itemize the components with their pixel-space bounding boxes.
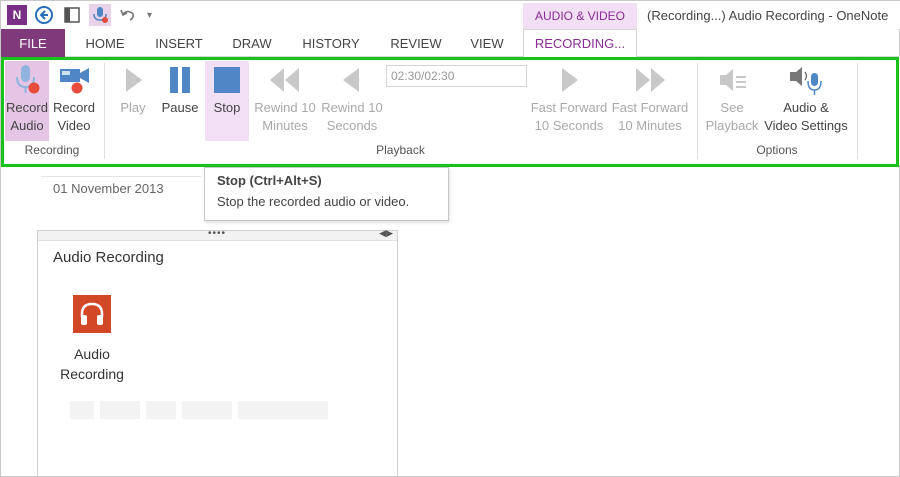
dock-icon[interactable] [61, 4, 83, 26]
context-group-header: AUDIO & VIDEO [523, 3, 637, 29]
note-container[interactable]: •••• ◀▶ Audio Recording Audio Recording [37, 228, 398, 477]
onenote-icon[interactable]: N [7, 5, 27, 25]
quick-access-toolbar: N ▾ [7, 4, 152, 26]
tab-review[interactable]: REVIEW [381, 29, 451, 57]
ribbon-tabs: FILE HOME INSERT DRAW HISTORY REVIEW VIE… [1, 29, 900, 58]
blurred-text [70, 401, 328, 421]
drag-dots-icon[interactable]: •••• [208, 228, 226, 239]
tab-file[interactable]: FILE [1, 29, 65, 57]
resize-arrows-icon[interactable]: ◀▶ [379, 228, 393, 239]
note-title: Audio Recording [53, 249, 164, 266]
title-bar: N ▾ AUDIO & VIDEO (Recording...) Audio R… [1, 1, 900, 29]
page-date: 01 November 2013 [53, 181, 164, 196]
window-title: (Recording...) Audio Recording - OneNote [647, 8, 889, 23]
tab-recording[interactable]: RECORDING... [523, 29, 637, 58]
tab-history[interactable]: HISTORY [291, 29, 371, 57]
tab-home[interactable]: HOME [73, 29, 137, 57]
customize-caret-icon[interactable]: ▾ [147, 10, 152, 21]
record-audio-icon[interactable] [89, 4, 111, 26]
onenote-window: N ▾ AUDIO & VIDEO (Recording...) Audio R… [0, 0, 900, 477]
tooltip-title: Stop (Ctrl+Alt+S) [217, 173, 322, 188]
back-icon[interactable] [33, 4, 55, 26]
headphones-icon[interactable] [73, 295, 111, 333]
attachment-name[interactable]: Audio Recording [52, 344, 132, 384]
tab-insert[interactable]: INSERT [145, 29, 213, 57]
tab-draw[interactable]: DRAW [221, 29, 283, 57]
undo-icon[interactable] [117, 4, 139, 26]
tooltip-description: Stop the recorded audio or video. [217, 194, 410, 209]
title-underline [41, 176, 201, 177]
stop-tooltip: Stop (Ctrl+Alt+S) Stop the recorded audi… [204, 167, 449, 221]
ribbon-highlight-box [1, 57, 899, 167]
tab-view[interactable]: VIEW [461, 29, 513, 57]
note-drag-handle[interactable]: •••• ◀▶ [38, 228, 397, 241]
